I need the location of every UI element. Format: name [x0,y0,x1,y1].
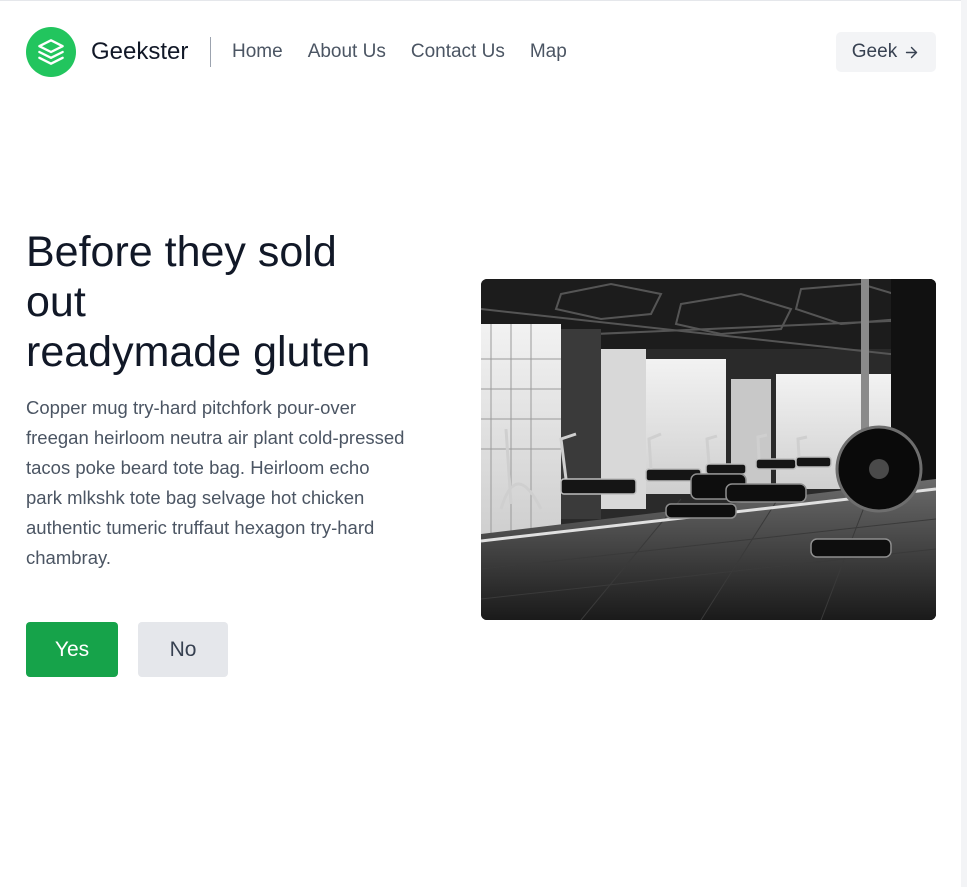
scrollbar-track[interactable] [961,0,967,887]
header-divider [210,37,211,67]
geek-button[interactable]: Geek [836,32,936,72]
top-border [0,0,967,1]
hero-title-line-2: out [26,278,86,326]
hero-title-line-3: readymade gluten [26,328,371,376]
yes-button[interactable]: Yes [26,622,118,677]
no-button[interactable]: No [138,622,228,677]
logo[interactable]: Geekster [26,27,188,77]
stacked-layers-icon [26,27,76,77]
geek-button-label: Geek [851,41,898,62]
nav-about-us[interactable]: About Us [308,41,386,63]
brand-name: Geekster [91,38,189,65]
gym-image [481,279,936,620]
nav-map[interactable]: Map [530,41,567,63]
arrow-right-icon [906,46,918,58]
hero-title-line-1: Before they sold [26,228,337,276]
nav-contact-us[interactable]: Contact Us [411,41,505,63]
main-nav: Home About Us Contact Us Map [232,27,567,77]
nav-home[interactable]: Home [232,41,283,63]
site-header: Geekster Home About Us Contact Us Map Ge… [26,27,936,77]
hero-title: Before they sold out readymade gluten [26,227,446,377]
hero-description: Copper mug try-hard pitchfork pour-over … [26,397,405,568]
